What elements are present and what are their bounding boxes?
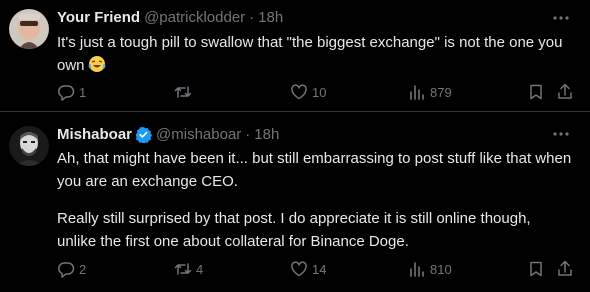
retweet-button[interactable]: 4	[174, 259, 203, 279]
reply-icon	[58, 262, 75, 278]
bookmark-button[interactable]	[527, 82, 545, 102]
tweet-actions: 1 10 879	[57, 82, 577, 102]
tweet-header: Mishaboar @mishaboar · 18h	[57, 124, 279, 144]
more-icon[interactable]	[552, 9, 570, 27]
view-count: 810	[430, 261, 452, 277]
views-icon	[410, 262, 424, 277]
like-icon	[291, 261, 307, 277]
verified-badge-icon[interactable]	[135, 126, 153, 144]
reply-icon	[58, 85, 75, 101]
retweet-count: 4	[196, 261, 204, 277]
reply-count: 2	[79, 261, 87, 277]
bookmark-icon	[530, 84, 542, 100]
tweet-paragraph: Ah, that might have been it... but still…	[57, 150, 572, 190]
share-icon	[558, 260, 572, 276]
like-button[interactable]: 10	[290, 82, 326, 102]
tweet-actions: 2 4 14 810	[57, 259, 577, 279]
like-count: 10	[312, 84, 327, 100]
display-name[interactable]: Your Friend	[57, 9, 140, 26]
view-count: 879	[430, 84, 452, 100]
views-button[interactable]: 879	[408, 82, 452, 102]
tweet-text: Ah, that might have been it... but still…	[57, 147, 572, 253]
display-name[interactable]: Mishaboar	[57, 126, 132, 143]
laughing-tears-emoji	[88, 55, 106, 80]
tweet-header: Your Friend @patricklodder · 18h	[57, 7, 283, 27]
retweet-button[interactable]	[174, 82, 196, 102]
bookmark-button[interactable]	[527, 259, 545, 279]
like-count: 14	[312, 261, 327, 277]
more-icon[interactable]	[552, 125, 570, 143]
tweet-text-content: It's just a tough pill to swallow that "…	[57, 34, 563, 74]
avatar[interactable]	[9, 9, 49, 49]
retweet-icon	[174, 86, 192, 98]
bookmark-icon	[530, 261, 542, 277]
retweet-icon	[174, 263, 192, 275]
timestamp[interactable]: 18h	[254, 126, 279, 143]
reply-button[interactable]: 2	[57, 259, 86, 279]
separator: ·	[245, 125, 251, 143]
like-icon	[291, 84, 307, 100]
avatar[interactable]	[9, 126, 49, 166]
timestamp[interactable]: 18h	[258, 9, 283, 26]
reply-button[interactable]: 1	[57, 82, 86, 102]
tweet-text: It's just a tough pill to swallow that "…	[57, 31, 572, 80]
tweet[interactable]: Your Friend @patricklodder · 18h It's ju…	[0, 0, 590, 112]
separator: ·	[249, 8, 255, 26]
tweet[interactable]: Mishaboar @mishaboar · 18h Ah, that migh…	[0, 112, 590, 292]
share-button[interactable]	[556, 259, 574, 279]
views-button[interactable]: 810	[408, 259, 452, 279]
handle[interactable]: @patricklodder	[144, 9, 245, 26]
handle[interactable]: @mishaboar	[156, 126, 241, 143]
like-button[interactable]: 14	[290, 259, 326, 279]
reply-count: 1	[79, 84, 87, 100]
views-icon	[410, 85, 424, 100]
tweet-paragraph: Really still surprised by that post. I d…	[57, 210, 531, 250]
share-icon	[558, 83, 572, 99]
share-button[interactable]	[556, 82, 574, 102]
